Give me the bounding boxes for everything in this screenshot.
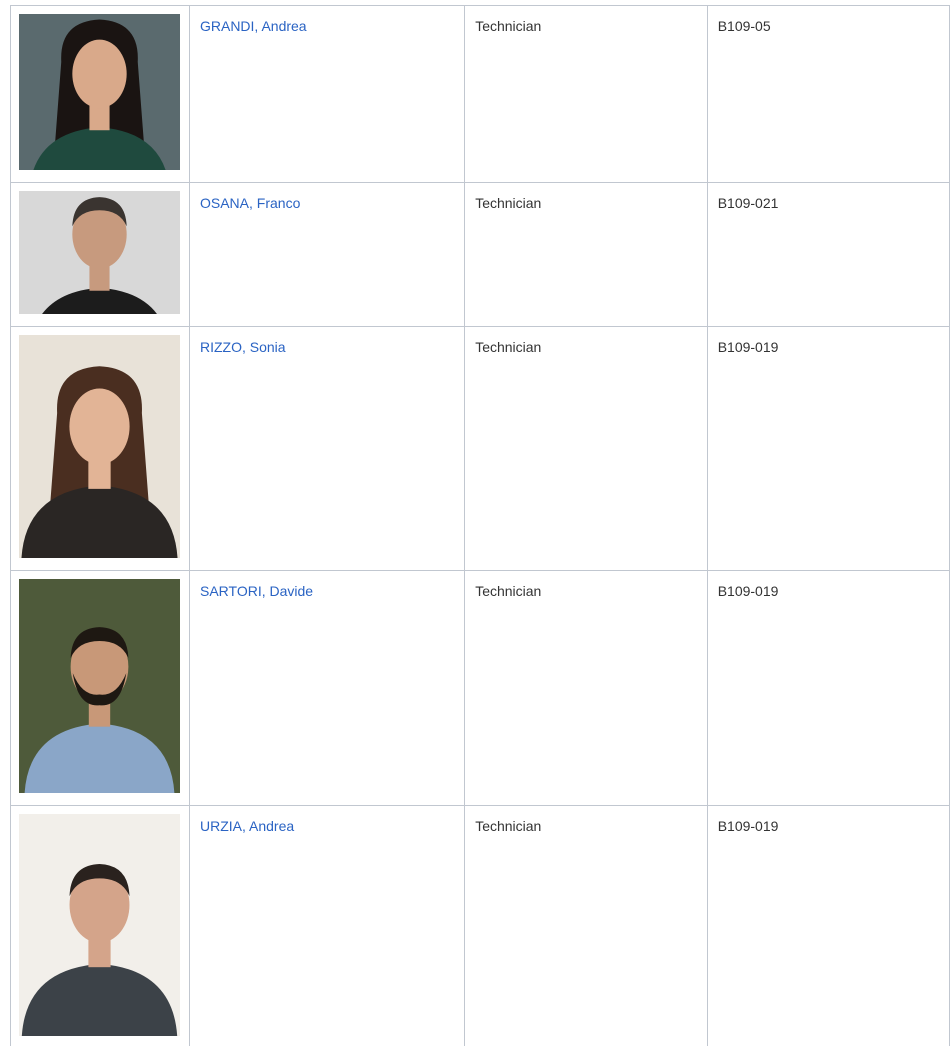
- portrait-man-bald-icon: [19, 191, 180, 314]
- room-text: B109-019: [717, 339, 779, 355]
- staff-table: GRANDI, Andrea Technician B109-05 OSANA,…: [10, 5, 950, 1046]
- role-text: Technician: [475, 18, 542, 34]
- role-text: Technician: [475, 195, 542, 211]
- room-text: B109-019: [717, 818, 779, 834]
- role-cell: Technician: [464, 570, 708, 806]
- room-cell: B109-019: [706, 805, 950, 1046]
- name-cell: RIZZO, Sonia: [188, 326, 466, 571]
- room-cell: B109-019: [706, 570, 950, 806]
- avatar: [19, 14, 180, 170]
- name-cell: SARTORI, Davide: [188, 570, 466, 806]
- role-text: Technician: [475, 818, 542, 834]
- person-name-link[interactable]: SARTORI, Davide: [200, 583, 313, 599]
- person-name-link[interactable]: URZIA, Andrea: [200, 818, 294, 834]
- photo-cell: [10, 570, 190, 806]
- role-text: Technician: [475, 339, 542, 355]
- role-cell: Technician: [464, 5, 708, 183]
- avatar: [19, 814, 180, 1036]
- room-text: B109-019: [717, 583, 779, 599]
- person-name-link[interactable]: OSANA, Franco: [200, 195, 300, 211]
- photo-cell: [10, 326, 190, 571]
- person-name-link[interactable]: RIZZO, Sonia: [200, 339, 286, 355]
- room-cell: B109-019: [706, 326, 950, 571]
- avatar: [19, 335, 180, 558]
- avatar: [19, 579, 180, 793]
- room-cell: B109-05: [706, 5, 950, 183]
- portrait-woman-long-hair-icon: [19, 335, 180, 558]
- room-text: B109-05: [717, 18, 771, 34]
- avatar: [19, 191, 180, 314]
- name-cell: URZIA, Andrea: [188, 805, 466, 1046]
- portrait-woman-dark-hair-icon: [19, 14, 180, 170]
- table-row: GRANDI, Andrea Technician B109-05: [10, 5, 950, 183]
- name-cell: OSANA, Franco: [188, 182, 466, 327]
- name-cell: GRANDI, Andrea: [188, 5, 466, 183]
- role-cell: Technician: [464, 326, 708, 571]
- portrait-man-beard-icon: [19, 579, 180, 793]
- table-row: SARTORI, Davide Technician B109-019: [10, 570, 950, 806]
- room-text: B109-021: [717, 195, 779, 211]
- role-text: Technician: [475, 583, 542, 599]
- table-row: RIZZO, Sonia Technician B109-019: [10, 326, 950, 571]
- role-cell: Technician: [464, 805, 708, 1046]
- photo-cell: [10, 805, 190, 1046]
- role-cell: Technician: [464, 182, 708, 327]
- photo-cell: [10, 182, 190, 327]
- portrait-man-short-hair-icon: [19, 814, 180, 1036]
- table-row: OSANA, Franco Technician B109-021: [10, 182, 950, 327]
- room-cell: B109-021: [706, 182, 950, 327]
- photo-cell: [10, 5, 190, 183]
- table-row: URZIA, Andrea Technician B109-019: [10, 805, 950, 1046]
- person-name-link[interactable]: GRANDI, Andrea: [200, 18, 307, 34]
